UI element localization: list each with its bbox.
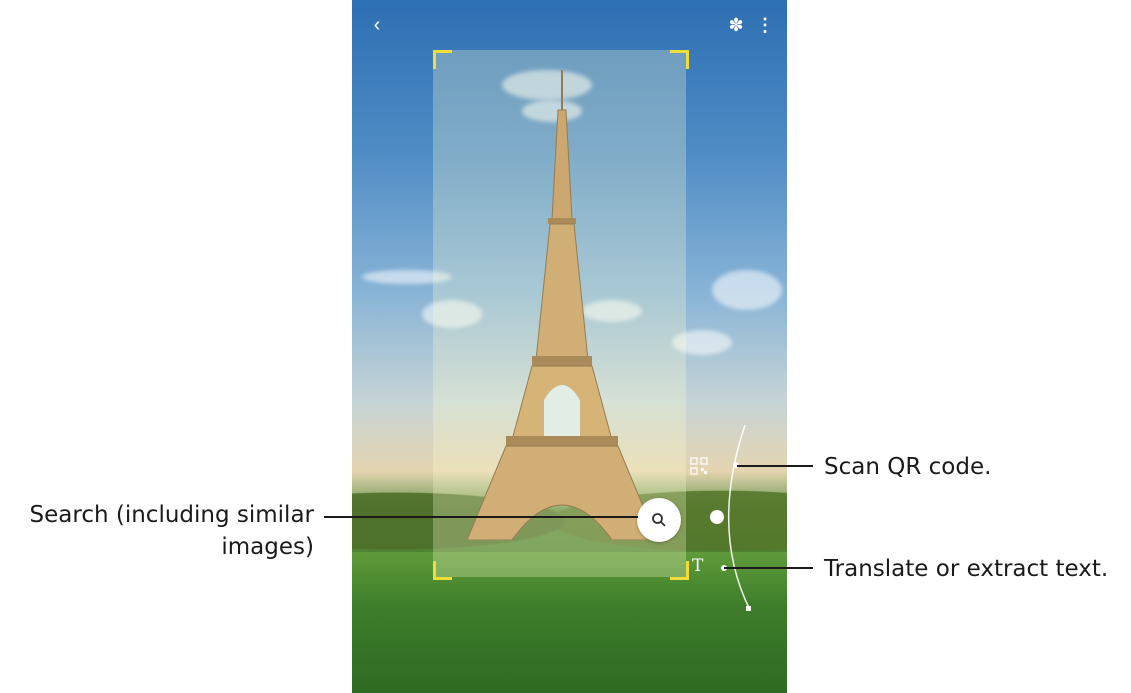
selection-corner-bottom-right[interactable] [670,561,689,580]
cloud [712,270,782,310]
bixby-vision-icon[interactable]: ✽ [726,14,746,36]
chevron-left-icon[interactable]: ‹ [368,14,386,36]
search-callout-label-line1: Search (including similar [29,502,314,528]
search-callout-label-line2: images) [221,534,314,560]
mode-selector-arc [721,424,751,611]
search-button[interactable] [637,498,681,542]
search-icon [652,513,666,527]
text-callout-line [724,567,813,569]
more-options-icon[interactable]: ⋮ [756,14,774,36]
mode-selector-handle[interactable] [710,510,724,524]
selection-corner-bottom-left[interactable] [433,561,452,580]
search-callout-line [324,516,638,518]
selection-area[interactable] [433,50,686,577]
qr-callout-label: Scan QR code. [824,454,992,480]
text-callout-label: Translate or extract text. [824,556,1109,582]
selection-corner-top-right[interactable] [670,50,689,69]
selection-corner-top-left[interactable] [433,50,452,69]
qr-callout-line [737,465,813,467]
